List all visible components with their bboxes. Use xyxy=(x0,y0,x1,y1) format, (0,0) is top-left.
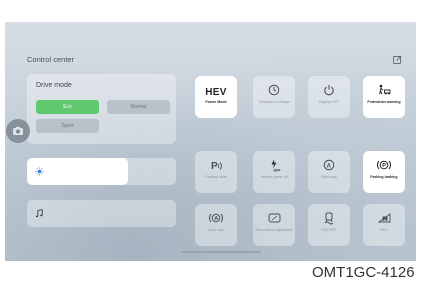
tile-hdc[interactable]: HDC xyxy=(363,204,405,246)
brightness-icon xyxy=(35,167,44,176)
drive-mode-sport-button[interactable]: Sport xyxy=(36,119,99,133)
tile-auto-hold-label: Auto hold xyxy=(208,228,224,232)
tile-vehicle-power-off[interactable]: OFF Vehicle power off xyxy=(253,151,295,193)
tile-vehicle-power-off-label: Vehicle power off xyxy=(260,175,288,179)
drive-mode-normal-button[interactable]: Normal xyxy=(107,100,170,114)
music-note-icon xyxy=(35,209,43,218)
side-camera-button[interactable] xyxy=(6,119,30,143)
figure-code: OMT1GC-4126 xyxy=(312,264,415,281)
tile-display-off-label: Display OFF xyxy=(319,100,339,104)
mirror-icon xyxy=(268,213,280,223)
tile-parking-braking[interactable]: P Parking braking xyxy=(363,151,405,193)
home-indicator-bar[interactable] xyxy=(181,251,261,253)
tile-esc-off[interactable]: ESC OFF xyxy=(308,204,350,246)
parking-radar-icon: P xyxy=(211,161,222,171)
start-stop-icon: A xyxy=(323,159,335,171)
tile-hdc-label: HDC xyxy=(380,228,388,232)
brightness-slider[interactable] xyxy=(27,158,176,185)
tile-schedule-charge[interactable]: Schedule to charge xyxy=(253,76,295,118)
tile-parking-radar-label: Parking radar xyxy=(205,175,227,179)
tile-pedestrian-warning[interactable]: Pedestrian warning xyxy=(363,76,405,118)
esc-icon xyxy=(324,212,334,224)
svg-text:P: P xyxy=(211,161,218,171)
vehicle-power-icon: OFF xyxy=(271,159,281,172)
power-icon xyxy=(324,85,334,96)
tile-power-mode[interactable]: HEV Power Mode xyxy=(195,76,237,118)
camera-icon xyxy=(13,126,23,135)
svg-text:P: P xyxy=(382,163,386,169)
drive-mode-card: Drive mode Eco Normal Sport xyxy=(27,74,176,144)
drive-mode-eco-button[interactable]: Eco xyxy=(36,100,99,114)
control-center-screen: Control center Drive mode Eco Normal Spo… xyxy=(5,22,416,261)
tile-start-stop[interactable]: A Start-stop xyxy=(308,151,350,193)
pedestrian-icon xyxy=(378,84,390,95)
tile-esc-off-label: ESC OFF xyxy=(321,228,337,232)
page-title: Control center xyxy=(27,55,75,64)
tile-power-mode-label: Power Mode xyxy=(205,100,227,104)
svg-text:A: A xyxy=(214,216,218,222)
tile-rear-mirror[interactable]: Rear-mirror adjustment xyxy=(253,204,295,246)
hev-value: HEV xyxy=(205,86,227,98)
tile-parking-radar[interactable]: P Parking radar xyxy=(195,151,237,193)
edit-icon[interactable] xyxy=(393,55,402,64)
parking-brake-icon: P xyxy=(377,160,391,170)
drive-mode-label: Drive mode xyxy=(36,82,72,89)
tile-start-stop-label: Start-stop xyxy=(321,175,337,179)
tile-schedule-charge-label: Schedule to charge xyxy=(258,100,290,104)
tile-pedestrian-warning-label: Pedestrian warning xyxy=(367,100,401,104)
hdc-icon xyxy=(377,213,390,223)
clock-icon xyxy=(268,84,280,96)
svg-text:A: A xyxy=(327,163,332,169)
tile-parking-braking-label: Parking braking xyxy=(370,175,398,179)
svg-text:OFF: OFF xyxy=(273,168,281,172)
tile-display-off[interactable]: Display OFF xyxy=(308,76,350,118)
tile-auto-hold[interactable]: A Auto hold xyxy=(195,204,237,246)
volume-slider[interactable] xyxy=(27,200,176,227)
auto-hold-icon: A xyxy=(209,213,223,223)
tile-rear-mirror-label: Rear-mirror adjustment xyxy=(255,228,293,232)
